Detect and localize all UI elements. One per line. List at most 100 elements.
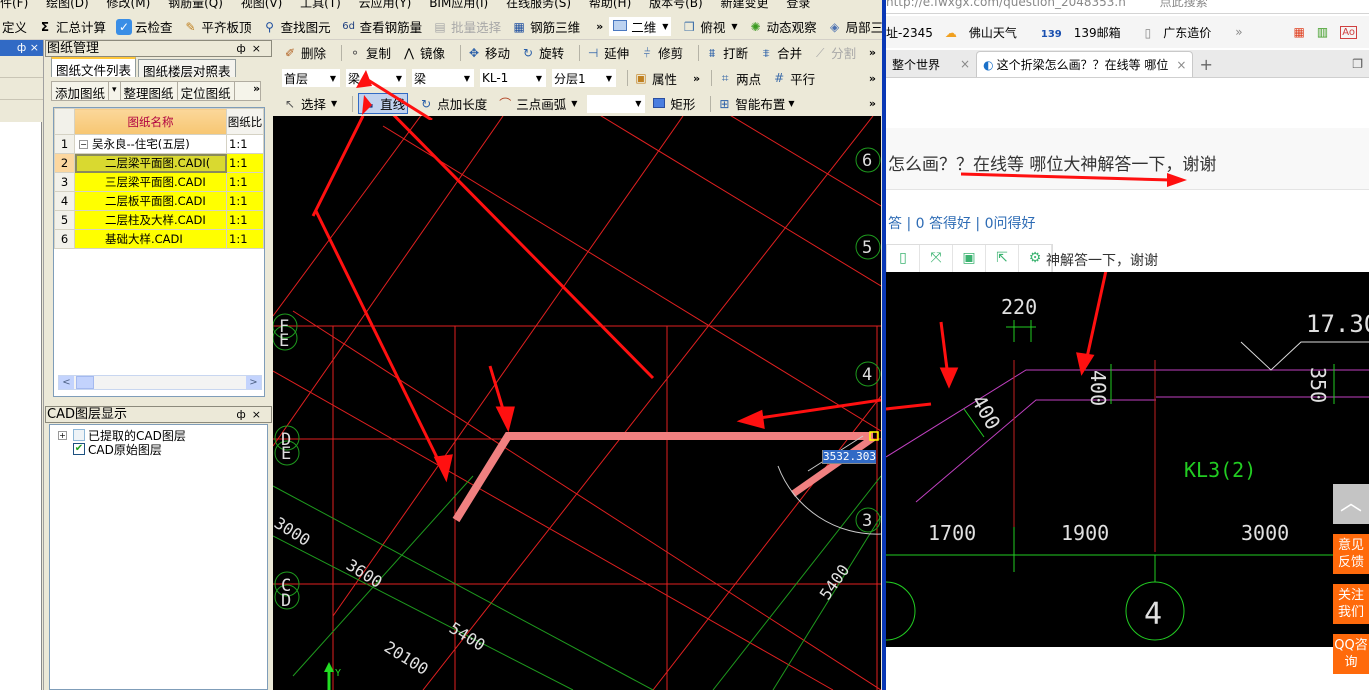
- pin-icon[interactable]: ф: [236, 42, 251, 55]
- toolbar-overflow-button[interactable]: »: [596, 20, 603, 33]
- move-icon: ✥: [469, 45, 480, 60]
- menu-item[interactable]: 件(F): [0, 0, 28, 9]
- menu-item[interactable]: 修改(M): [107, 0, 151, 9]
- translate-icon[interactable]: Ao: [1340, 25, 1357, 39]
- close-tab-icon[interactable]: ×: [1176, 58, 1186, 72]
- summary-calc-button[interactable]: Σ 汇总计算: [37, 17, 106, 36]
- horizontal-scrollbar[interactable]: < >: [58, 375, 262, 390]
- break-button[interactable]: ⩩ 打断: [704, 43, 748, 62]
- column-header-scale[interactable]: 图纸比: [226, 108, 264, 135]
- restore-tabs-icon[interactable]: ❐: [1346, 51, 1369, 77]
- checkbox-checked[interactable]: ✔: [73, 443, 85, 455]
- favorite-link[interactable]: 139 139邮箱: [1041, 24, 1133, 41]
- menu-item[interactable]: 云应用(Y): [359, 0, 412, 9]
- scroll-right-icon[interactable]: >: [246, 376, 261, 389]
- split-button[interactable]: ⟋ 分割: [812, 43, 856, 62]
- pin-icon[interactable]: ф: [236, 408, 251, 421]
- apps-icon[interactable]: ▦: [1294, 25, 1305, 39]
- toolbar-overflow-button[interactable]: »: [693, 72, 700, 85]
- close-tab-icon[interactable]: ×: [960, 57, 970, 71]
- cad-drawing-canvas[interactable]: F E D E C D 6 5 4 3 3000 3600 5400 20100…: [273, 116, 881, 690]
- rebar-3d-button[interactable]: ▦ 钢筋三维: [511, 17, 580, 36]
- tablet-icon[interactable]: ▯: [887, 245, 920, 272]
- favorites-overflow[interactable]: »: [1235, 25, 1242, 39]
- top-view-dropdown[interactable]: ❒ 俯视 ▼: [681, 17, 738, 36]
- organize-drawing-button[interactable]: 整理图纸: [121, 82, 178, 101]
- menu-item[interactable]: 帮助(H): [589, 0, 631, 9]
- scroll-thumb[interactable]: [76, 376, 94, 389]
- batch-select-button[interactable]: ▤ 批量选择: [432, 17, 501, 36]
- login-button[interactable]: 登录: [786, 0, 810, 9]
- dim-label: 3000: [1241, 521, 1289, 545]
- close-icon[interactable]: ×: [252, 408, 267, 421]
- close-icon[interactable]: ×: [30, 41, 39, 54]
- save-icon[interactable]: ▣: [953, 245, 986, 272]
- table-row[interactable]: 5 二层柱及大样.CADI 1:1: [54, 210, 264, 230]
- dim-label: 3000: [273, 513, 314, 550]
- follow-us-button[interactable]: 关注我们: [1333, 584, 1369, 624]
- collapse-icon[interactable]: −: [79, 140, 88, 149]
- table-row[interactable]: 4 二层板平面图.CADI 1:1: [54, 191, 264, 211]
- add-drawing-dropdown[interactable]: ▾: [109, 82, 121, 100]
- fullscreen-icon[interactable]: ⤧: [920, 245, 953, 272]
- search-input[interactable]: 点此搜索: [1160, 0, 1208, 9]
- menu-item[interactable]: 视图(V): [241, 0, 283, 9]
- parallel-button[interactable]: # 平行: [771, 69, 815, 88]
- pin-icon[interactable]: ф: [17, 41, 26, 54]
- beam-outline: [886, 369, 1369, 503]
- scroll-left-icon[interactable]: <: [59, 376, 74, 389]
- column-header-name[interactable]: 图纸名称: [74, 108, 227, 135]
- address-bar[interactable]: http://e.fwxgx.com/question_2048353.h 点此…: [886, 0, 1369, 14]
- toolbar-overflow-button[interactable]: »: [869, 97, 876, 110]
- table-row[interactable]: 1 − 吴永良--住宅(五层) 1:1: [54, 134, 264, 154]
- add-drawing-button[interactable]: 添加图纸: [52, 82, 110, 101]
- layer-item-original[interactable]: ✔ CAD原始图层: [58, 442, 267, 457]
- find-element-button[interactable]: ⚲ 查找图元: [262, 17, 330, 36]
- 2d-view-dropdown[interactable]: 二维 ▼: [609, 17, 672, 36]
- menu-item[interactable]: 钢筋量(Q): [168, 0, 223, 9]
- locate-drawing-button[interactable]: 定位图纸: [178, 82, 235, 101]
- close-icon[interactable]: ×: [252, 42, 267, 55]
- toolbar-overflow-button[interactable]: »: [869, 72, 876, 85]
- align-slab-button[interactable]: ✎ 平齐板顶: [183, 17, 252, 36]
- share-icon[interactable]: ⇱: [986, 245, 1019, 272]
- toolbar-overflow-button[interactable]: »: [869, 46, 876, 59]
- browser-tab-active[interactable]: ◐ 这个折梁怎么画？？在线等 哪位 ×: [976, 51, 1194, 77]
- axis-label: E: [279, 331, 289, 351]
- orbit-button[interactable]: ✺ 动态观察: [748, 17, 817, 36]
- length-input[interactable]: 3532.303: [822, 450, 876, 464]
- parallel-icon: #: [774, 71, 785, 85]
- browser-tab[interactable]: 整个世界 ×: [886, 51, 976, 77]
- favorite-link[interactable]: ▯ 广东造价: [1145, 24, 1224, 41]
- favorite-link[interactable]: ☁ 佛山天气: [945, 24, 1029, 41]
- qq-consult-button[interactable]: QQ咨询: [1333, 634, 1369, 674]
- menu-item[interactable]: 绘图(D): [46, 0, 89, 9]
- define-button[interactable]: 定义: [2, 17, 27, 36]
- checkbox[interactable]: [73, 429, 85, 441]
- new-tab-button[interactable]: +: [1193, 51, 1218, 77]
- two-point-button[interactable]: ⌗ 两点: [717, 69, 761, 88]
- table-row[interactable]: 2 二层梁平面图.CADI( 1:1: [54, 153, 264, 173]
- menu-item[interactable]: 版本号(B): [649, 0, 703, 9]
- back-to-top-button[interactable]: ︿: [1333, 484, 1369, 524]
- menu-item[interactable]: 工具(T): [300, 0, 341, 9]
- merge-button[interactable]: ⩨ 合并: [758, 43, 802, 62]
- new-change-button[interactable]: 新建变更: [721, 0, 769, 9]
- menu-item[interactable]: BIM应用(I): [429, 0, 488, 9]
- cloud-check-button[interactable]: ✓ 云检查: [116, 17, 173, 36]
- table-row[interactable]: 3 三层梁平面图.CADI 1:1: [54, 172, 264, 192]
- tab-drawing-floor-map[interactable]: 图纸楼层对照表: [138, 59, 236, 79]
- table-row[interactable]: 6 基础大样.CADI 1:1: [54, 229, 264, 249]
- reader-icon[interactable]: ▥: [1317, 25, 1328, 39]
- tab-drawing-file-list[interactable]: 图纸文件列表: [51, 57, 137, 78]
- question-image[interactable]: 220 400 400 350 17.300 1700 1900 3000 4 …: [886, 272, 1369, 647]
- mail-icon: 139: [1040, 28, 1062, 40]
- smart-layout-button[interactable]: ⊞ 智能布置 ▼: [716, 94, 794, 113]
- expand-icon[interactable]: +: [58, 430, 67, 440]
- feedback-button[interactable]: 意见反馈: [1333, 534, 1369, 574]
- view-rebar-qty-button[interactable]: 6d 查看钢筋量: [341, 17, 422, 36]
- rectangle-button[interactable]: 矩形: [651, 94, 695, 113]
- favorite-link[interactable]: 址-2345: [886, 24, 933, 41]
- menu-item[interactable]: 在线服务(S): [506, 0, 571, 9]
- panel-overflow-button[interactable]: »: [253, 82, 260, 95]
